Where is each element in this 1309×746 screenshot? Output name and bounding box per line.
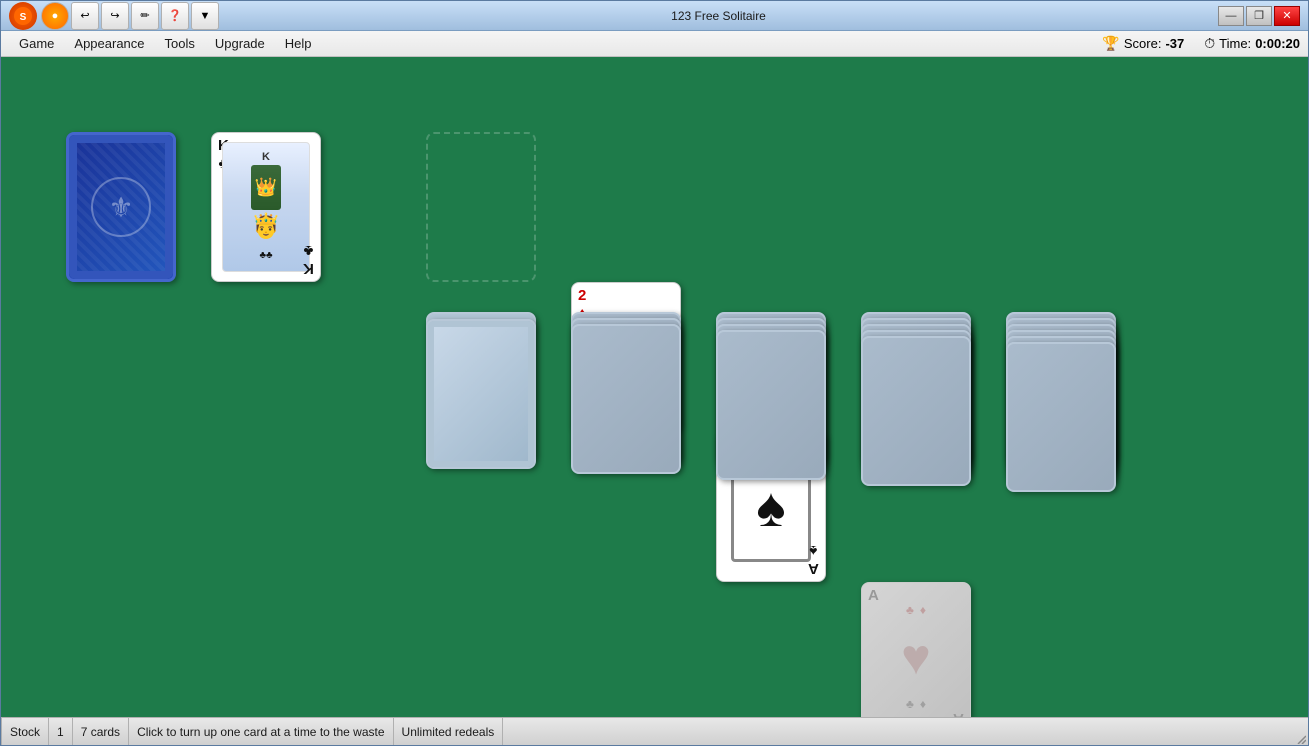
tableau-col6-back5 — [861, 336, 971, 486]
stock-pile[interactable]: ⚜ — [66, 132, 176, 282]
found-as-pip: ♠ — [756, 480, 785, 535]
app-icon: S — [9, 2, 37, 30]
toolbar-btn-2[interactable]: ↩ — [71, 2, 99, 30]
score-label: Score: — [1124, 36, 1162, 51]
status-bar: Stock 1 7 cards Click to turn up one car… — [1, 717, 1308, 745]
toolbar-btn-1[interactable]: ● — [41, 2, 69, 30]
stock-card-emblem: ⚜ — [91, 177, 151, 237]
foundation-ace-gray1[interactable]: A ♥ ♣♦ ♣♦ A — [861, 582, 971, 717]
status-cards: 7 cards — [73, 718, 129, 745]
tableau-col3-back2 — [426, 319, 536, 469]
menu-upgrade[interactable]: Upgrade — [205, 33, 275, 54]
waste-king-clubs[interactable]: K ♣ K 👑 🤴 ♣♣ K ♣ — [211, 132, 321, 282]
found-as-br: A ♠ — [808, 541, 819, 577]
time-display: ⏱ Time: 0:00:20 — [1204, 35, 1300, 52]
tableau-col5-back4 — [716, 330, 826, 480]
found-ag1-br: A — [953, 709, 964, 717]
empty-slot[interactable] — [426, 132, 536, 282]
window-controls: — ❐ ✕ — [1218, 6, 1300, 26]
resize-grip[interactable] — [1294, 718, 1308, 746]
toolbar-btn-5[interactable]: ❓ — [161, 2, 189, 30]
toolbar-btn-4[interactable]: ✏ — [131, 2, 159, 30]
menu-bar: Game Appearance Tools Upgrade Help 🏆 Sco… — [1, 31, 1308, 57]
score-display: 🏆 Score: -37 — [1102, 35, 1184, 52]
toolbar-btn-3[interactable]: ↪ — [101, 2, 129, 30]
menu-game[interactable]: Game — [9, 33, 64, 54]
time-value: 0:00:20 — [1255, 36, 1300, 51]
status-zone: Stock — [1, 718, 49, 745]
minimize-button[interactable]: — — [1218, 6, 1244, 26]
svg-text:S: S — [20, 12, 27, 23]
found-ag1-small-pips: ♣♦ — [906, 603, 926, 617]
found-ag1-tl: A — [868, 587, 879, 605]
status-count: 1 — [49, 718, 73, 745]
tableau-col4-back3 — [571, 324, 681, 474]
window-title: 123 Free Solitaire — [219, 9, 1218, 23]
title-bar: S ● ↩ ↪ ✏ ❓ ▼ 123 Free Solitaire — ❐ ✕ — [1, 1, 1308, 31]
menu-tools[interactable]: Tools — [155, 33, 205, 54]
status-hint: Click to turn up one card at a time to t… — [129, 718, 393, 745]
maximize-button[interactable]: ❐ — [1246, 6, 1272, 26]
found-ag1-bottom-pips: ♣♦ — [906, 697, 926, 711]
toolbar-btn-6[interactable]: ▼ — [191, 2, 219, 30]
tableau-col7-back6 — [1006, 342, 1116, 492]
time-label: Time: — [1219, 36, 1251, 51]
status-redeals: Unlimited redeals — [394, 718, 504, 745]
waste-card-rank-br: K ♣ — [303, 241, 314, 277]
game-area[interactable]: ⚜ K ♣ K 👑 🤴 ♣♣ — [1, 57, 1308, 717]
score-value: -37 — [1165, 36, 1184, 51]
menu-appearance[interactable]: Appearance — [64, 33, 154, 54]
close-button[interactable]: ✕ — [1274, 6, 1300, 26]
menu-help[interactable]: Help — [275, 33, 322, 54]
found-ag1-pip: ♥ — [901, 628, 931, 686]
